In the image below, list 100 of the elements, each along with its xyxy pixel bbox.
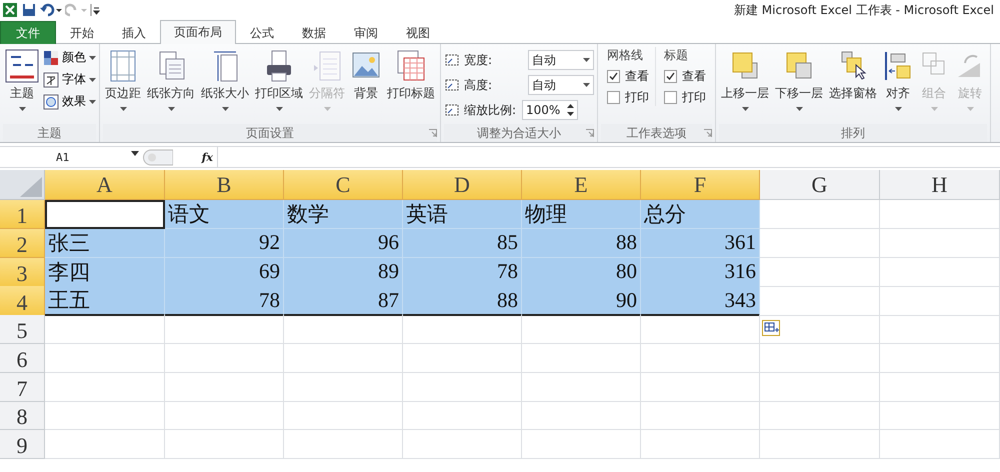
option-heading: 标题: [664, 47, 689, 64]
ribbon-tab[interactable]: 开始: [56, 21, 108, 44]
column-header[interactable]: F: [641, 170, 760, 200]
window-title: 新建 Microsoft Excel 工作表 - Microsoft Excel: [734, 2, 994, 18]
checkbox-label: 打印: [682, 89, 706, 106]
table-cell: 96: [284, 228, 403, 258]
row-header[interactable]: 8: [0, 402, 45, 430]
field-label: 宽度:: [464, 52, 494, 68]
checkbox[interactable]: [607, 70, 620, 83]
effects-icon: [43, 94, 59, 110]
checkbox[interactable]: [664, 70, 677, 83]
ribbon-button[interactable]: 对齐: [881, 47, 915, 113]
caret-icon: [120, 107, 126, 111]
ribbon-button[interactable]: 下移一层: [773, 47, 825, 113]
size-dropdown[interactable]: 自动: [528, 50, 594, 70]
row-header[interactable]: 9: [0, 430, 45, 460]
themes-button[interactable]: 主题: [3, 47, 41, 113]
caret-icon: [222, 107, 228, 111]
palette-icon: [43, 50, 59, 66]
resize-icon: [444, 77, 460, 93]
ribbon-tab[interactable]: 插入: [108, 21, 160, 44]
dialog-launcher-icon[interactable]: [704, 129, 712, 137]
row-header[interactable]: 6: [0, 344, 45, 373]
row-header[interactable]: 7: [0, 372, 45, 402]
checkbox[interactable]: [664, 91, 677, 104]
column-header[interactable]: G: [760, 170, 880, 200]
name-box[interactable]: A1: [0, 150, 143, 164]
ribbon-button[interactable]: 打印标题: [385, 47, 437, 104]
dialog-launcher-icon[interactable]: [429, 129, 437, 137]
caret-icon: [894, 107, 902, 111]
ribbon-button[interactable]: 上移一层: [719, 47, 771, 113]
column-header[interactable]: D: [403, 170, 522, 200]
align-icon: [883, 49, 913, 83]
table-cell: 80: [522, 258, 641, 287]
ribbon-tab[interactable]: 视图: [392, 21, 444, 44]
group-label: 主题: [38, 124, 62, 142]
column-header[interactable]: A: [45, 170, 165, 200]
caret-icon: [168, 107, 174, 111]
ribbon-tab[interactable]: 文件: [0, 21, 56, 44]
caret-icon: [89, 100, 96, 104]
group-label: 工作表选项: [626, 124, 686, 142]
excel-icon[interactable]: [2, 2, 18, 18]
table-cell: 316: [641, 258, 760, 287]
ribbon-button[interactable]: 纸张大小: [199, 47, 251, 113]
size-dropdown[interactable]: 自动: [528, 75, 594, 95]
caret-icon: [324, 107, 330, 111]
caret-icon: [583, 58, 590, 62]
theme-option-button[interactable]: 颜色: [43, 49, 96, 66]
table-cell: 78: [403, 258, 522, 287]
theme-option-button[interactable]: 效果: [43, 93, 96, 110]
table-cell: 90: [522, 286, 641, 316]
handle-icon[interactable]: [143, 148, 173, 166]
row-header[interactable]: 1: [0, 200, 45, 229]
field-label: 高度:: [464, 76, 494, 94]
column-header[interactable]: E: [522, 170, 641, 200]
ribbon-tab[interactable]: 审阅: [340, 21, 392, 44]
table-cell: 王五: [45, 286, 165, 316]
caret-icon: [742, 107, 748, 111]
checkbox-label: 查看: [625, 68, 649, 85]
row-header[interactable]: 3: [0, 258, 45, 287]
ribbon-button[interactable]: 页边距: [103, 47, 143, 113]
row-header[interactable]: 5: [0, 315, 45, 344]
themes-icon: [5, 49, 39, 83]
dialog-launcher-icon[interactable]: [586, 129, 594, 137]
ribbon-button[interactable]: 打印区域: [253, 47, 305, 113]
column-header[interactable]: C: [284, 170, 403, 200]
ribbon-button[interactable]: 背景: [349, 47, 383, 104]
table-cell: 李四: [45, 258, 165, 287]
table-cell: 87: [284, 286, 403, 316]
ribbon-button[interactable]: 选择窗格: [827, 47, 879, 104]
scale-spinner[interactable]: 100%: [522, 100, 578, 120]
row-header[interactable]: 4: [0, 286, 45, 316]
caret-icon: [930, 107, 938, 111]
resize-icon: [444, 52, 460, 68]
resize-icon: [444, 102, 460, 118]
column-header[interactable]: H: [880, 170, 1000, 200]
undo-icon[interactable]: [40, 2, 62, 18]
theme-option-button[interactable]: 字体: [43, 71, 96, 88]
function-button[interactable]: fx: [173, 150, 217, 164]
table-cell: 343: [641, 286, 760, 316]
table-cell: 89: [284, 258, 403, 287]
quick-analysis-icon[interactable]: [762, 320, 780, 336]
checkbox-label: 打印: [625, 89, 649, 106]
option-heading: 网格线: [607, 47, 644, 64]
ribbon-tab[interactable]: 数据: [288, 21, 340, 44]
customize-icon[interactable]: [90, 2, 100, 18]
page-icon: [108, 49, 138, 83]
column-header[interactable]: B: [165, 170, 284, 200]
table-cell: 数学: [284, 200, 403, 229]
caret-icon: [89, 56, 96, 60]
ribbon-tab[interactable]: 页面布局: [160, 20, 236, 44]
save-icon[interactable]: [21, 2, 37, 18]
group-label: 页面设置: [246, 124, 294, 142]
checkbox[interactable]: [607, 91, 620, 104]
row-header[interactable]: 2: [0, 228, 45, 258]
break-icon: [312, 49, 342, 83]
ribbon-button[interactable]: 纸张方向: [145, 47, 197, 113]
table-cell: 69: [165, 258, 284, 287]
table-cell: 78: [165, 286, 284, 316]
ribbon-tab[interactable]: 公式: [236, 21, 288, 44]
